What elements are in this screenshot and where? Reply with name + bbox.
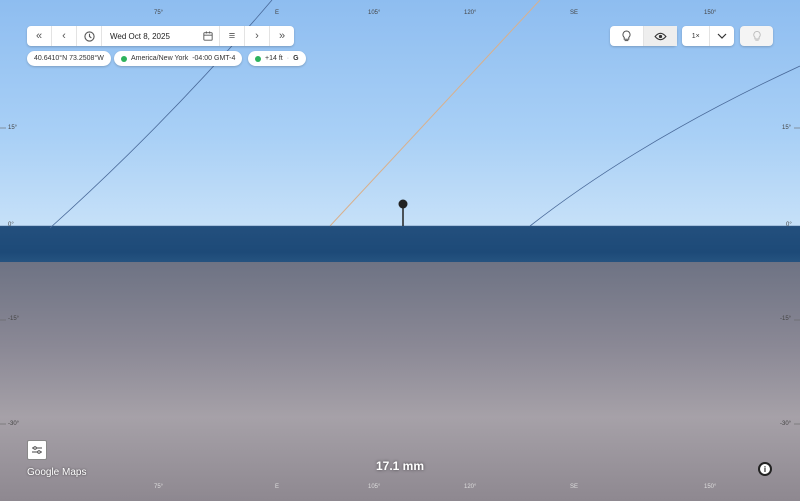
map-settings-button[interactable] (27, 440, 47, 460)
step-back-button[interactable]: ‹ (52, 26, 77, 46)
jump-forward-button[interactable]: » (270, 26, 294, 46)
clock-icon (83, 30, 95, 42)
compass-tick: 75° (154, 484, 164, 490)
sun-path-overlay (0, 0, 800, 425)
overlay-toggle-button[interactable] (610, 26, 644, 46)
speed-dropdown-button[interactable] (710, 26, 734, 46)
timezone-text: America/New York (131, 55, 189, 62)
altitude-tick: 0° (8, 222, 14, 228)
menu-icon: ≡ (228, 30, 236, 42)
compass-tick: 105° (368, 10, 381, 16)
light-button[interactable] (740, 26, 773, 46)
status-dot (255, 55, 261, 62)
altitude-tick: -30° (780, 421, 792, 427)
compass-tick: 150° (704, 10, 717, 16)
compass-tick: SE (570, 484, 579, 490)
altitude-tick: 15° (8, 125, 18, 131)
focal-length-readout[interactable]: 17.1 mm (360, 459, 440, 473)
compass-tick: 120° (464, 484, 477, 490)
compass-tick: 150° (704, 484, 717, 490)
elevation-pill[interactable]: +14 ft · G (248, 51, 306, 66)
info-icon[interactable]: i (758, 462, 772, 476)
date-toolbar: « ‹ Wed Oct 8, 2025 ≡ › » (27, 26, 294, 46)
compass-tick: E (275, 484, 280, 490)
compass-tick: 120° (464, 10, 477, 16)
separator-dot: · (286, 55, 290, 62)
altitude-tick: -15° (8, 316, 20, 322)
coordinates-pill[interactable]: 40.6410°N 73.2508°W (27, 51, 111, 66)
compass-tick: E (275, 10, 280, 16)
chevron-down-icon (717, 33, 727, 39)
location-pin-icon[interactable] (398, 199, 408, 227)
lightbulb-icon (752, 30, 761, 41)
jump-back-button[interactable]: « (27, 26, 52, 46)
double-chevron-right-icon: » (278, 30, 286, 42)
compass-tick: 75° (154, 10, 164, 16)
view-toggle-group (610, 26, 677, 46)
visibility-toggle-button[interactable] (643, 26, 677, 46)
google-maps-logo: Google Maps (27, 467, 87, 478)
sun-path-line-center (329, 0, 541, 227)
speed-label: 1× (691, 32, 700, 40)
sliders-icon (32, 446, 42, 454)
status-dot (121, 55, 127, 62)
timezone-pill[interactable]: America/New York -04:00 GMT-4 (114, 51, 243, 66)
elevation-text: +14 ft (265, 55, 283, 62)
utc-offset-text: -04:00 GMT-4 (192, 55, 236, 62)
time-button[interactable] (77, 26, 102, 46)
step-forward-button[interactable]: › (245, 26, 270, 46)
eye-icon (654, 32, 667, 40)
compass-tick: 105° (368, 484, 381, 490)
speed-control: 1× (682, 26, 734, 46)
elevation-source-text: G (293, 55, 299, 62)
date-picker[interactable]: Wed Oct 8, 2025 (102, 26, 220, 46)
chevron-left-icon: ‹ (62, 30, 66, 42)
coordinates-text: 40.6410°N 73.2508°W (34, 55, 104, 62)
speed-value-button[interactable]: 1× (682, 26, 711, 46)
light-button-inner (740, 26, 773, 46)
altitude-tick: 0° (786, 222, 792, 228)
altitude-tick: 15° (782, 125, 792, 131)
bulb-outline-icon (622, 30, 631, 42)
altitude-tick: -15° (780, 316, 792, 322)
menu-button[interactable]: ≡ (220, 26, 245, 46)
date-label: Wed Oct 8, 2025 (110, 31, 170, 41)
chevron-right-icon: › (255, 30, 259, 42)
compass-tick: SE (570, 10, 579, 16)
calendar-icon (203, 31, 213, 41)
altitude-tick: -30° (8, 421, 20, 427)
sun-path-arc-right (529, 65, 800, 227)
double-chevron-left-icon: « (35, 30, 43, 42)
